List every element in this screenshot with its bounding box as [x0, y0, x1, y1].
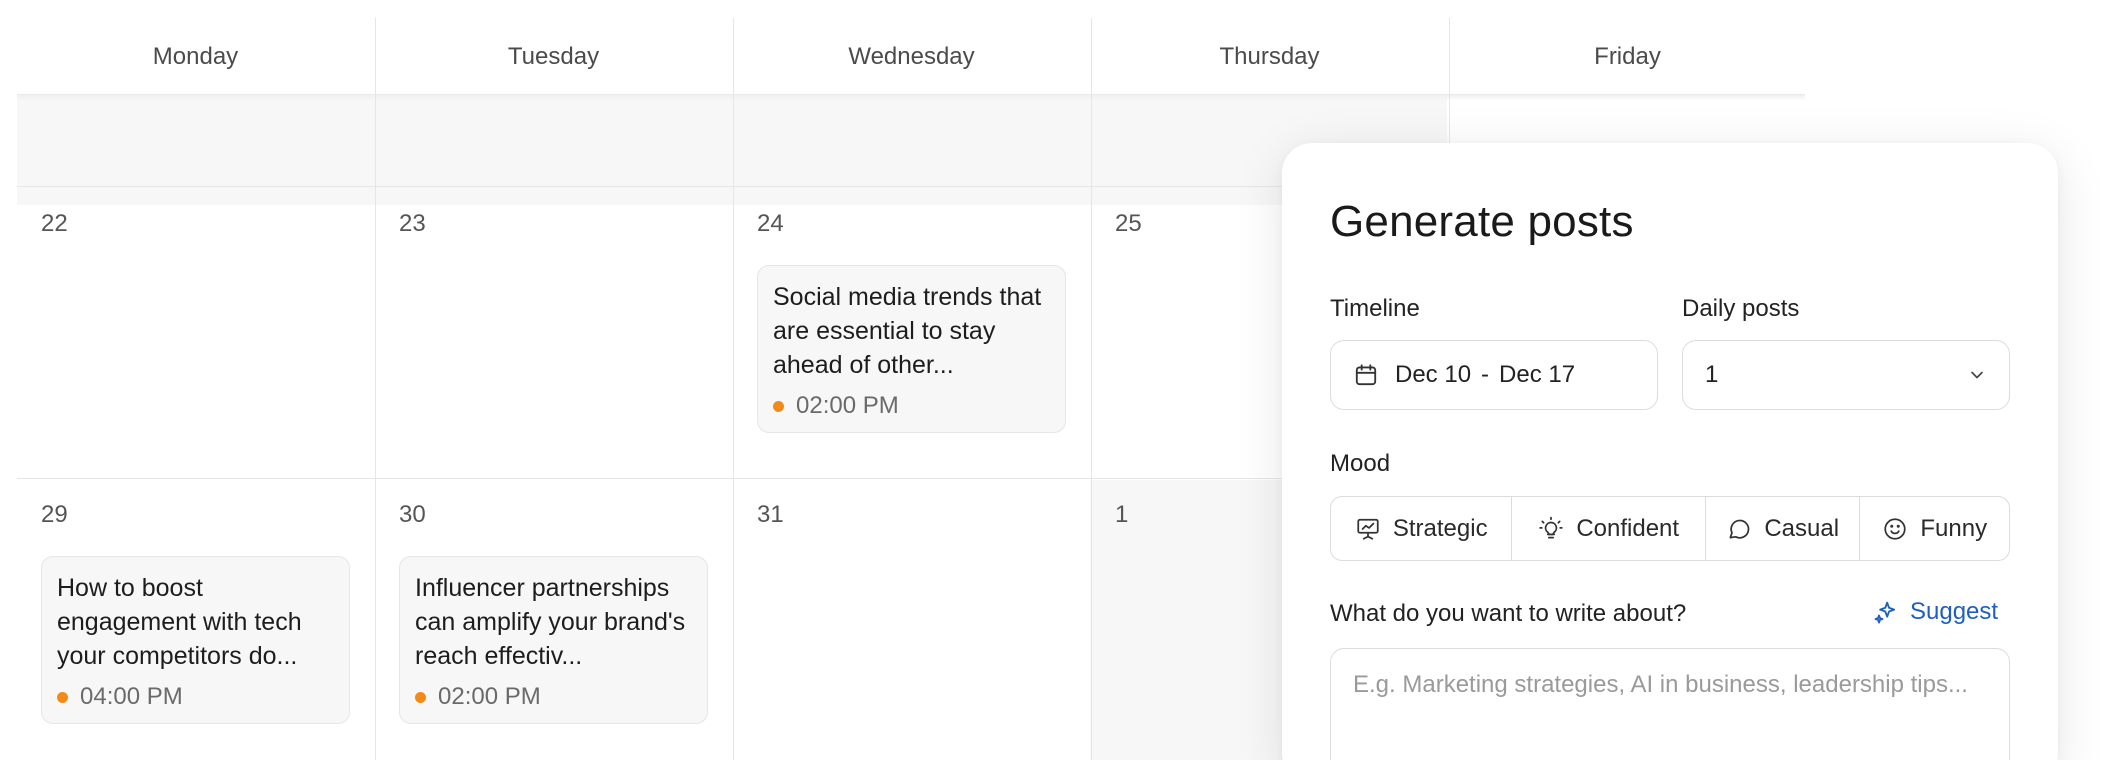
post-card[interactable]: Influencer partnerships can amplify your… — [399, 556, 708, 724]
column-divider — [1449, 18, 1450, 148]
topic-textarea-wrapper — [1330, 648, 2010, 760]
post-time-label: 04:00 PM — [80, 683, 183, 710]
mood-option-casual[interactable]: Casual — [1706, 497, 1861, 560]
content-calendar-page: Monday Tuesday Wednesday Thursday Friday… — [0, 0, 2122, 760]
generate-posts-panel: Generate posts Timeline Dec 10 - Dec 17 … — [1282, 143, 2058, 760]
mood-option-strategic[interactable]: Strategic — [1331, 497, 1513, 560]
day-header-wednesday: Wednesday — [733, 18, 1090, 95]
column-divider — [733, 18, 734, 760]
post-time: 02:00 PM — [773, 392, 1050, 420]
post-title: Social media trends that are essential t… — [773, 283, 1042, 379]
day-header-tuesday: Tuesday — [375, 18, 732, 95]
post-title: How to boost engagement with tech your c… — [57, 574, 302, 670]
date-label: 30 — [399, 501, 426, 528]
timeline-range-text: Dec 10 - Dec 17 — [1395, 361, 1575, 389]
post-time-label: 02:00 PM — [796, 392, 899, 419]
topic-input[interactable] — [1331, 649, 2009, 760]
timeline-end: Dec 17 — [1499, 361, 1576, 388]
panel-title: Generate posts — [1330, 197, 1634, 246]
suggest-button[interactable]: Suggest — [1872, 598, 1998, 626]
sparkle-icon — [1872, 598, 1900, 626]
mood-option-confident[interactable]: Confident — [1512, 497, 1706, 560]
column-divider — [375, 18, 376, 760]
timeline-start: Dec 10 — [1395, 361, 1472, 388]
mood-label: Mood — [1330, 450, 1391, 477]
column-divider — [1091, 18, 1092, 760]
scheduled-dot-icon — [57, 691, 68, 703]
smiley-icon — [1882, 516, 1908, 542]
date-label: 25 — [1115, 210, 1142, 237]
post-time: 04:00 PM — [57, 683, 334, 711]
mood-option-label: Casual — [1764, 514, 1840, 542]
date-label: 29 — [41, 501, 68, 528]
daily-posts-select[interactable]: 1 — [1682, 340, 2010, 410]
lightbulb-icon — [1538, 516, 1564, 542]
mood-option-label: Confident — [1576, 514, 1680, 542]
post-time: 02:00 PM — [415, 683, 692, 711]
date-label: 22 — [41, 210, 68, 237]
mood-option-label: Strategic — [1392, 514, 1488, 542]
calendar-icon — [1353, 362, 1379, 388]
chat-bubble-icon — [1726, 516, 1752, 542]
daily-posts-value: 1 — [1705, 361, 1719, 388]
mood-option-label: Funny — [1920, 514, 1988, 542]
mood-selector: Strategic Confident Casual Funny — [1330, 496, 2010, 561]
date-label: 23 — [399, 210, 426, 237]
day-header-thursday: Thursday — [1091, 18, 1448, 95]
presentation-icon — [1355, 516, 1381, 542]
topic-label: What do you want to write about? — [1330, 600, 1687, 627]
timeline-date-range-picker[interactable]: Dec 10 - Dec 17 — [1330, 340, 1658, 410]
suggest-label: Suggest — [1910, 598, 1999, 625]
scheduled-dot-icon — [773, 400, 784, 412]
date-label: 24 — [757, 210, 784, 237]
daily-posts-label: Daily posts — [1682, 295, 1800, 322]
timeline-label: Timeline — [1330, 295, 1420, 322]
day-header-friday: Friday — [1449, 18, 1806, 95]
post-card[interactable]: How to boost engagement with tech your c… — [41, 556, 350, 724]
calendar-blank-row — [17, 95, 1447, 205]
scheduled-dot-icon — [415, 691, 426, 703]
post-title: Influencer partnerships can amplify your… — [415, 574, 686, 670]
chevron-down-icon — [1967, 365, 1987, 385]
mood-option-funny[interactable]: Funny — [1860, 497, 2009, 560]
date-label: 31 — [757, 501, 784, 528]
post-time-label: 02:00 PM — [438, 683, 541, 710]
header-shadow — [17, 95, 1805, 101]
post-card[interactable]: Social media trends that are essential t… — [757, 265, 1066, 433]
date-label: 1 — [1115, 501, 1129, 528]
timeline-separator: - — [1481, 361, 1490, 388]
day-header-monday: Monday — [17, 18, 374, 95]
